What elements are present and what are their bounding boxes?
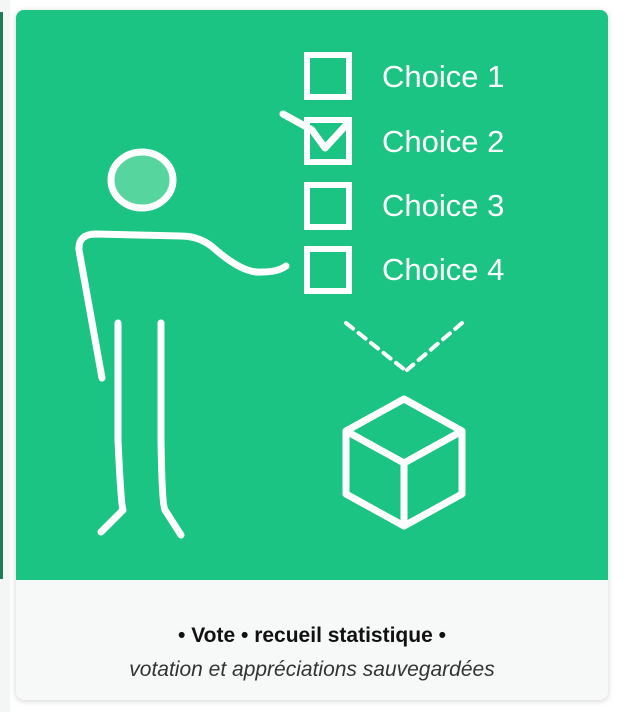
card-footer: • Vote • recueil statistique • votation …	[16, 580, 608, 700]
card-illustration: Choice 1 Choice 2 Choice 3 Choice 4	[16, 10, 608, 580]
card-title: • Vote • recueil statistique •	[178, 624, 446, 647]
checkbox-icon	[304, 182, 352, 230]
dashed-arrow-icon	[344, 321, 464, 372]
person-figure-icon	[75, 148, 290, 539]
choice-label-1: Choice 1	[382, 59, 504, 94]
voting-illustration: Choice 1 Choice 2 Choice 3 Choice 4	[75, 52, 504, 539]
person-right-leg	[157, 319, 185, 539]
choice-label-4: Choice 4	[382, 252, 504, 287]
person-head	[107, 148, 177, 212]
person-body	[75, 230, 290, 382]
checkbox-icon	[304, 52, 352, 100]
checkbox-icon	[304, 246, 352, 294]
adjacent-card-accent	[0, 12, 3, 579]
person-left-leg	[97, 319, 127, 536]
box-icon	[342, 395, 466, 530]
choice-label-2: Choice 2	[382, 124, 504, 159]
choice-label-3: Choice 3	[382, 188, 504, 223]
feature-card[interactable]: Choice 1 Choice 2 Choice 3 Choice 4 • Vo…	[16, 10, 608, 700]
adjacent-card-edge	[0, 0, 10, 712]
card-subtitle: votation et appréciations sauvegardées	[129, 658, 495, 681]
